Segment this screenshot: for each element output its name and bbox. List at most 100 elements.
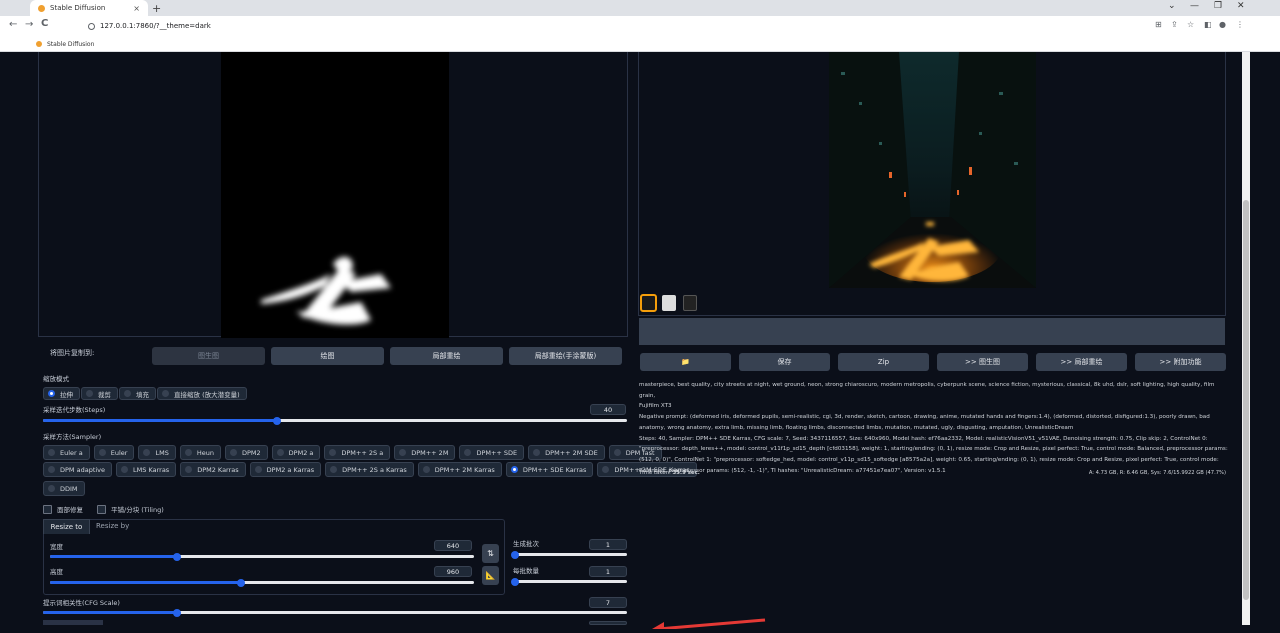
steps-slider-knob[interactable] [272, 416, 281, 425]
open-folder-button[interactable]: 📁 [640, 353, 731, 371]
sampler-option[interactable]: Heun [179, 445, 221, 460]
send-inpaint-sketch-button[interactable]: 局部重绘(手涂蒙版) [509, 347, 622, 365]
sampler-option[interactable]: DPM++ 2S a [324, 445, 391, 460]
address-bar[interactable]: 127.0.0.1:7860/?__theme=dark [84, 18, 1114, 34]
send-to-extras-button[interactable]: >> 附加功能 [1135, 353, 1226, 371]
tab-resize-to[interactable]: Resize to [43, 519, 90, 534]
bookmarks-bar: Stable Diffusion [0, 37, 1280, 52]
width-slider[interactable] [50, 552, 474, 561]
site-info-icon[interactable] [88, 22, 95, 30]
face-restore-checkbox[interactable]: 面部修复 [43, 504, 83, 514]
swap-dimensions-icon[interactable]: ⇅ [482, 544, 499, 563]
bookmark-star-icon[interactable]: ☆ [1187, 20, 1194, 29]
new-tab-button[interactable]: + [152, 2, 161, 15]
next-setting-input[interactable] [589, 621, 627, 625]
batch-size-input[interactable]: 1 [589, 566, 627, 577]
minimize-icon[interactable]: — [1190, 1, 1199, 11]
tab-close-icon[interactable]: × [133, 4, 140, 13]
cfg-input[interactable]: 7 [589, 597, 627, 608]
radio-dot [98, 449, 106, 456]
forward-icon[interactable]: → [25, 19, 33, 30]
sampler-option[interactable]: DPM2 [224, 445, 268, 460]
height-label: 高度 [50, 568, 63, 576]
send-to-img2img-button[interactable]: >> 图生图 [937, 353, 1028, 371]
thumbnail-control-2[interactable] [683, 295, 697, 311]
sampler-option[interactable]: DPM++ SDE [459, 445, 525, 460]
sampler-option[interactable]: LMS Karras [116, 462, 177, 477]
back-icon[interactable]: ← [9, 19, 17, 30]
save-button[interactable]: 保存 [739, 353, 830, 371]
sampler-option[interactable]: DPM++ SDE Karras [505, 462, 594, 477]
resize-mode-option[interactable]: 填充 [119, 387, 156, 400]
radio-label: DPM++ SDE Karras [522, 465, 587, 474]
height-slider[interactable] [50, 578, 474, 587]
height-slider-knob[interactable] [236, 578, 245, 587]
cfg-slider-knob[interactable] [173, 608, 182, 617]
resize-mode-label: 缩放模式 [43, 375, 69, 383]
checkbox-box[interactable] [43, 504, 52, 514]
share-icon[interactable]: ⇪ [1171, 20, 1178, 29]
control-image[interactable] [221, 52, 449, 338]
info-line: Negative prompt: (deformed iris, deforme… [639, 414, 1210, 421]
sampler-option[interactable]: Euler [93, 445, 135, 460]
batch-size-slider-knob[interactable] [511, 577, 519, 586]
zip-button[interactable]: Zip [838, 353, 929, 371]
sampler-option[interactable]: DPM adaptive [43, 462, 113, 477]
steps-input[interactable]: 40 [590, 404, 626, 415]
send-to-inpaint-button[interactable]: >> 局部重绘 [1036, 353, 1127, 371]
thumbnail-output[interactable] [640, 294, 657, 312]
send-img2img-button[interactable]: 图生图 [152, 347, 265, 365]
output-image[interactable] [829, 52, 1036, 288]
cfg-slider[interactable] [43, 608, 627, 617]
sampler-option[interactable]: DPM++ 2M Karras [417, 462, 502, 477]
sampler-option[interactable]: DPM++ 2M [394, 445, 456, 460]
radio-label: LMS Karras [133, 465, 170, 474]
radio-dot [510, 466, 518, 473]
bookmark-item[interactable]: Stable Diffusion [47, 41, 94, 48]
tab-search-icon[interactable]: ⌄ [1168, 1, 1176, 11]
cfg-label: 提示词相关性(CFG Scale) [43, 599, 120, 607]
radio-label: DPM++ 2S a [341, 448, 384, 457]
tab-resize-by[interactable]: Resize by [96, 522, 129, 530]
browser-tab[interactable]: Stable Diffusion × [30, 0, 148, 16]
radio-label: 填充 [136, 390, 149, 399]
steps-slider[interactable] [43, 416, 627, 425]
thumbnail-control-1[interactable] [662, 295, 676, 311]
resize-mode-option[interactable]: 拉伸 [43, 387, 80, 400]
batch-count-slider-knob[interactable] [511, 550, 519, 559]
tiling-checkbox[interactable]: 平铺/分块 (Tiling) [97, 504, 164, 514]
width-input[interactable]: 640 [434, 540, 472, 551]
sampler-option[interactable]: DPM2 Karras [180, 462, 246, 477]
sampler-option[interactable]: Euler a [43, 445, 90, 460]
radio-label: DPM2 Karras [197, 465, 239, 474]
resize-mode-option[interactable]: 裁剪 [81, 387, 118, 400]
batch-count-slider[interactable] [511, 550, 627, 559]
cfg-slider-fill [43, 611, 178, 614]
sampler-option[interactable]: DDIM [43, 481, 85, 496]
batch-size-slider[interactable] [511, 577, 627, 586]
radio-dot [399, 449, 407, 456]
sampler-option[interactable]: LMS [138, 445, 176, 460]
sampler-row: DDIM [43, 481, 85, 496]
width-slider-knob[interactable] [173, 552, 182, 561]
sampler-option[interactable]: DPM++ 2S a Karras [325, 462, 414, 477]
side-panel-icon[interactable]: ◧ [1204, 20, 1212, 29]
batch-count-input[interactable]: 1 [589, 539, 627, 550]
radio-dot [422, 466, 430, 473]
sampler-option[interactable]: DPM2 a Karras [249, 462, 322, 477]
height-input[interactable]: 960 [434, 566, 472, 577]
aspect-ratio-icon[interactable]: 📐 [482, 566, 499, 585]
profile-icon[interactable]: ● [1219, 20, 1226, 29]
resize-mode-option[interactable]: 直接缩放 (放大潜变量) [157, 387, 247, 400]
sampler-option[interactable]: DPM++ 2M SDE [528, 445, 605, 460]
scrollbar-thumb[interactable] [1243, 200, 1249, 600]
send-sketch-button[interactable]: 绘图 [271, 347, 384, 365]
restore-icon[interactable]: ❐ [1214, 1, 1222, 11]
menu-icon[interactable]: ⋮ [1236, 20, 1244, 29]
close-window-icon[interactable]: ✕ [1237, 1, 1245, 11]
translate-icon[interactable]: ⊞ [1155, 20, 1162, 29]
reload-icon[interactable]: C [41, 18, 48, 29]
send-inpaint-button[interactable]: 局部重绘 [390, 347, 503, 365]
checkbox-box[interactable] [97, 504, 106, 514]
sampler-option[interactable]: DPM2 a [271, 445, 321, 460]
